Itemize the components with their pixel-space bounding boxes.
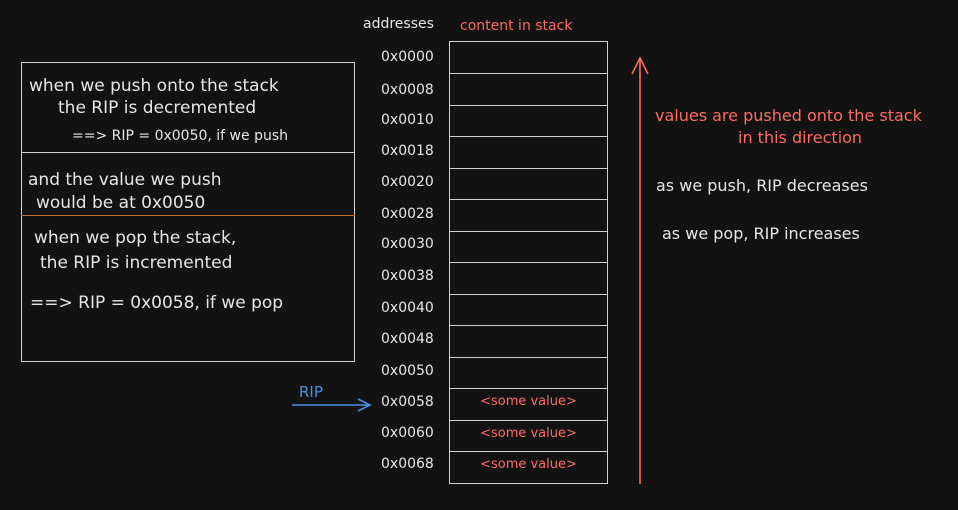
value-note-line: and the value we push [28, 170, 222, 190]
address-label: 0x0048 [381, 331, 434, 347]
push-note-line: when we push onto the stack [29, 76, 279, 96]
push-note-line: the RIP is decremented [58, 98, 257, 118]
address-label: 0x0068 [381, 456, 434, 472]
direction-text: in this direction [738, 128, 863, 147]
stack-cell-value: <some value> [480, 394, 577, 409]
stack-cell [450, 105, 607, 137]
stack-cell [450, 231, 607, 263]
stack-cell [450, 168, 607, 200]
stack-cell [450, 199, 607, 232]
stack-cell [450, 42, 607, 74]
address-label: 0x0040 [381, 300, 434, 316]
address-label: 0x0018 [381, 143, 434, 159]
push-direction-note: as we push, RIP decreases [656, 176, 868, 195]
push-direction-arrow [631, 56, 649, 484]
addresses-header: addresses [363, 16, 434, 32]
pop-note-line: the RIP is incremented [40, 253, 233, 273]
address-label: 0x0038 [381, 268, 434, 284]
direction-text: values are pushed onto the stack [655, 106, 922, 125]
stack-cell [450, 136, 607, 169]
content-header: content in stack [460, 18, 573, 34]
stack-cell [450, 325, 607, 358]
address-label: 0x0050 [381, 363, 434, 379]
pop-note-line: when we pop the stack, [34, 228, 237, 248]
address-label: 0x0028 [381, 206, 434, 222]
stack-cell [450, 262, 607, 295]
notes-divider [21, 152, 355, 153]
stack-cell [450, 357, 607, 389]
stack-cell [450, 73, 607, 106]
address-label: 0x0010 [381, 112, 434, 128]
stack-cell-value: <some value> [480, 457, 577, 472]
address-label: 0x0020 [381, 174, 434, 190]
address-label: 0x0030 [381, 236, 434, 252]
address-label: 0x0060 [381, 425, 434, 441]
value-note-line: would be at 0x0050 [36, 193, 206, 213]
address-label: 0x0008 [381, 82, 434, 98]
stack-cell-value: <some value> [480, 426, 577, 441]
notes-divider-orange [21, 215, 355, 216]
stack-cell: <some value> [450, 451, 607, 483]
address-label: 0x0058 [381, 394, 434, 410]
stack-cell [450, 294, 607, 326]
address-label: 0x0000 [381, 49, 434, 65]
stack-cell: <some value> [450, 388, 607, 421]
stack-cell: <some value> [450, 420, 607, 452]
pop-note-result: ==> RIP = 0x0058, if we pop [30, 293, 284, 313]
rip-pointer-arrow [292, 398, 372, 412]
stack-table: <some value> <some value> <some value> [449, 41, 608, 484]
push-note-result: ==> RIP = 0x0050, if we push [72, 128, 289, 144]
pop-direction-note: as we pop, RIP increases [662, 224, 860, 243]
